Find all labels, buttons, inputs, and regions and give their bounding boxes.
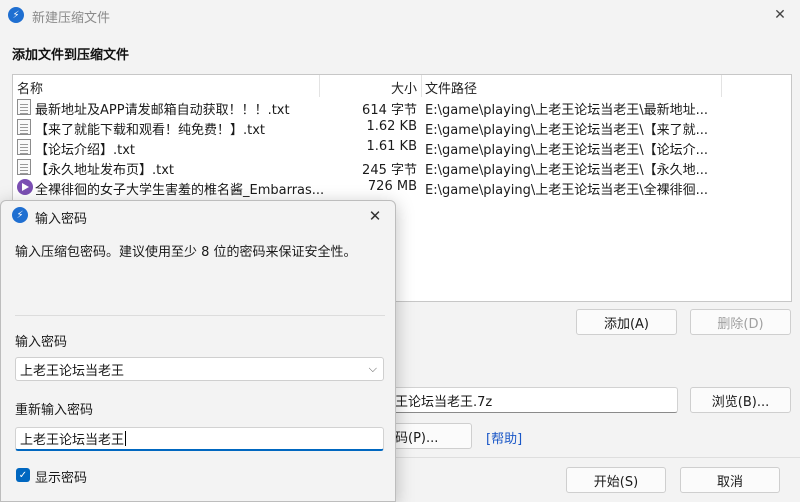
cancel-button[interactable]: 取消 <box>680 467 780 493</box>
file-list-header: 名称 大小 文件路径 <box>13 75 791 97</box>
document-icon <box>17 119 31 135</box>
text-caret <box>125 431 127 446</box>
file-name: 【永久地址发布页】.txt <box>35 163 175 178</box>
file-size: 1.62 KB <box>366 119 417 134</box>
file-name: 全裸徘徊的女子大学生害羞的椎名酱_Embarras... <box>35 183 325 198</box>
password-label: 输入密码 <box>15 335 68 350</box>
output-filename-field[interactable]: 王论坛当老王.7z <box>390 387 678 413</box>
dialog-close-button[interactable]: ✕ <box>361 204 389 228</box>
document-icon <box>17 139 31 155</box>
file-path: E:\game\playing\上老王论坛当老王\【论坛介... <box>425 143 709 158</box>
file-path: E:\game\playing\上老王论坛当老王\全裸徘徊... <box>425 183 709 198</box>
column-header-path[interactable]: 文件路径 <box>425 78 477 97</box>
password-dialog: ⚡ 输入密码 ✕ 输入压缩包密码。建议使用至少 8 位的密码来保证安全性。 输入… <box>0 200 396 502</box>
document-icon <box>17 99 31 115</box>
confirm-password-input[interactable]: 上老王论坛当老王 <box>15 427 384 451</box>
password-combo[interactable]: 上老王论坛当老王 ⌵ <box>15 357 384 381</box>
file-path: E:\game\playing\上老王论坛当老王\最新地址... <box>425 103 709 118</box>
column-separator[interactable] <box>319 75 320 97</box>
file-name: 最新地址及APP请发邮箱自动获取！！！.txt <box>35 103 290 118</box>
add-button[interactable]: 添加(A) <box>576 309 677 335</box>
file-path: E:\game\playing\上老王论坛当老王\【永久地... <box>425 163 709 178</box>
column-header-name[interactable]: 名称 <box>17 78 43 97</box>
window-close-button[interactable]: ✕ <box>760 0 800 30</box>
file-row[interactable]: 【永久地址发布页】.txt 245 字节 E:\game\playing\上老王… <box>13 157 791 178</box>
column-header-size[interactable]: 大小 <box>323 78 417 97</box>
dialog-message: 输入压缩包密码。建议使用至少 8 位的密码来保证安全性。 <box>15 245 357 260</box>
start-button[interactable]: 开始(S) <box>566 467 666 493</box>
column-separator[interactable] <box>721 75 722 97</box>
show-password-label[interactable]: 显示密码 <box>35 467 87 486</box>
file-size: 1.61 KB <box>366 139 417 154</box>
titlebar: ⚡ 新建压缩文件 ✕ <box>0 0 800 30</box>
window-title: 新建压缩文件 <box>32 11 111 26</box>
output-filename-value: 王论坛当老王.7z <box>395 394 493 410</box>
confirm-password-value: 上老王论坛当老王 <box>20 433 125 448</box>
set-password-button[interactable]: 码(P)... <box>390 423 472 449</box>
section-title: 添加文件到压缩文件 <box>12 48 130 63</box>
file-size: 726 MB <box>367 179 417 194</box>
file-row[interactable]: 最新地址及APP请发邮箱自动获取！！！.txt 614 字节 E:\game\p… <box>13 97 791 118</box>
file-path: E:\game\playing\上老王论坛当老王\【来了就... <box>425 123 709 138</box>
file-name: 【来了就能下载和观看！纯免费！】.txt <box>35 123 266 138</box>
app-logo-icon: ⚡ <box>12 207 28 223</box>
file-row[interactable]: 全裸徘徊的女子大学生害羞的椎名酱_Embarras... 726 MB E:\g… <box>13 177 791 198</box>
chevron-down-icon[interactable]: ⌵ <box>369 362 377 376</box>
file-row[interactable]: 【论坛介绍】.txt 1.61 KB E:\game\playing\上老王论坛… <box>13 137 791 158</box>
file-size: 614 字节 <box>362 103 417 118</box>
dialog-title: 输入密码 <box>35 212 88 227</box>
password-value: 上老王论坛当老王 <box>20 363 125 379</box>
file-name: 【论坛介绍】.txt <box>35 143 136 158</box>
confirm-password-label: 重新输入密码 <box>15 403 94 418</box>
media-file-icon <box>17 179 33 195</box>
app-logo-icon: ⚡ <box>8 7 24 23</box>
delete-button[interactable]: 删除(D) <box>690 309 791 335</box>
browse-button[interactable]: 浏览(B)... <box>690 387 791 413</box>
show-password-checkbox[interactable]: ✓ <box>16 468 30 482</box>
file-size: 245 字节 <box>362 163 417 178</box>
column-separator[interactable] <box>421 75 422 97</box>
document-icon <box>17 159 31 175</box>
help-link[interactable]: [帮助] <box>486 428 522 447</box>
file-row[interactable]: 【来了就能下载和观看！纯免费！】.txt 1.62 KB E:\game\pla… <box>13 117 791 138</box>
dialog-divider <box>15 315 385 316</box>
